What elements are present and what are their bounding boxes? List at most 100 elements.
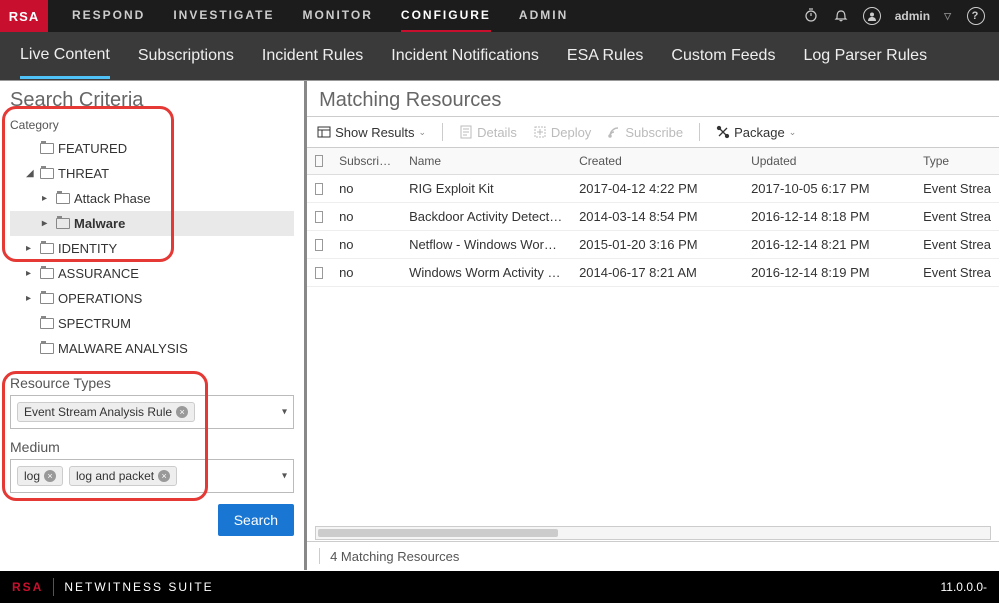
table-row[interactable]: noBackdoor Activity Detected2014-03-14 8… [307,203,999,231]
bell-icon[interactable] [833,7,849,26]
cell-created: 2015-01-20 3:16 PM [571,231,743,258]
subnav-item[interactable]: Subscriptions [138,35,234,77]
cell-updated: 2017-10-05 6:17 PM [743,175,915,202]
cell-updated: 2016-12-14 8:18 PM [743,203,915,230]
tree-item[interactable]: MALWARE ANALYSIS [10,336,294,361]
tree-item[interactable]: FEATURED [10,136,294,161]
topnav-item-respond[interactable]: RESPOND [72,0,145,32]
cell-created: 2017-04-12 4:22 PM [571,175,743,202]
caret-right-icon[interactable]: ▸ [26,268,36,279]
results-table: Subscribed Name Created Updated Type noR… [307,148,999,287]
tree-item-label: OPERATIONS [58,291,142,306]
topnav-item-configure[interactable]: CONFIGURE [401,0,491,32]
tree-item[interactable]: ▸Attack Phase [10,186,294,211]
chip-remove-icon[interactable]: × [44,470,56,482]
subnav-item[interactable]: Log Parser Rules [803,35,927,77]
chip-label: log and packet [76,469,154,483]
chevron-down-icon[interactable]: ▾ [282,407,287,418]
show-results-button[interactable]: Show Results ⌄ [317,125,426,140]
chevron-down-icon[interactable]: ▽ [944,11,953,22]
subnav-item[interactable]: ESA Rules [567,35,643,77]
stopwatch-icon[interactable] [803,7,819,26]
cell-subscribed: no [331,259,401,286]
main-area: Search Criteria Category FEATURED◢THREAT… [0,80,999,570]
chip-remove-icon[interactable]: × [158,470,170,482]
folder-icon [56,218,70,229]
cell-updated: 2016-12-14 8:19 PM [743,259,915,286]
chevron-down-icon[interactable]: ▾ [282,471,287,482]
content-panel: Matching Resources Show Results ⌄ Detail… [307,81,999,570]
tree-item[interactable]: ▸ASSURANCE [10,261,294,286]
medium-select[interactable]: log × log and packet × ▾ [10,459,294,493]
cell-name: RIG Exploit Kit [401,175,571,202]
topnav-item-admin[interactable]: ADMIN [519,0,568,32]
subnav-item[interactable]: Custom Feeds [671,35,775,77]
search-button[interactable]: Search [218,504,294,536]
tree-item-label: IDENTITY [58,241,117,256]
tree-item-label: FEATURED [58,141,127,156]
user-icon[interactable] [863,7,881,25]
tree-item-label: THREAT [58,166,109,181]
tree-item-label: Malware [74,216,125,231]
col-updated[interactable]: Updated [743,148,915,174]
help-icon[interactable]: ? [967,7,985,25]
tree-item[interactable]: SPECTRUM [10,311,294,336]
cell-name: Windows Worm Activity De… [401,259,571,286]
horizontal-scrollbar[interactable] [315,526,991,540]
status-text: 4 Matching Resources [330,549,459,564]
table-row[interactable]: noNetflow - Windows Worm P…2015-01-20 3:… [307,231,999,259]
category-tree: FEATURED◢THREAT▸Attack Phase▸Malware▸IDE… [10,132,294,365]
chip: log and packet × [69,466,177,486]
cell-updated: 2016-12-14 8:21 PM [743,231,915,258]
subscribe-button: Subscribe [607,125,683,140]
suite-name: NETWITNESS SUITE [64,580,213,594]
resource-types-select[interactable]: Event Stream Analysis Rule×▾ [10,395,294,429]
separator [53,578,54,596]
folder-icon [40,343,54,354]
sidebar: Search Criteria Category FEATURED◢THREAT… [0,81,307,570]
col-created[interactable]: Created [571,148,743,174]
medium-label: Medium [10,439,294,455]
caret-right-icon[interactable]: ▸ [26,243,36,254]
caret-right-icon[interactable]: ▸ [42,193,52,204]
caret-down-icon[interactable]: ◢ [26,168,36,179]
row-checkbox[interactable] [307,259,331,286]
chevron-down-icon: ⌄ [789,127,797,138]
details-label: Details [477,125,517,140]
row-checkbox[interactable] [307,203,331,230]
package-button[interactable]: Package ⌄ [716,125,796,140]
topnav-item-investigate[interactable]: INVESTIGATE [173,0,274,32]
table-row[interactable]: noRIG Exploit Kit2017-04-12 4:22 PM2017-… [307,175,999,203]
subnav-item[interactable]: Incident Rules [262,35,363,77]
tree-item[interactable]: ▸ IDENTITY [10,236,294,261]
folder-icon [40,168,54,179]
cell-created: 2014-06-17 8:21 AM [571,259,743,286]
col-name[interactable]: Name [401,148,571,174]
caret-right-icon[interactable]: ▸ [42,218,52,229]
folder-icon [40,318,54,329]
scrollbar-thumb[interactable] [318,529,558,537]
separator [319,548,320,564]
tree-item[interactable]: ◢ THREAT [10,161,294,186]
cell-type: Event Strea [915,259,999,286]
chip-label: log [24,469,40,483]
cell-name: Backdoor Activity Detected [401,203,571,230]
topnav-item-monitor[interactable]: MONITOR [302,0,372,32]
select-all-checkbox[interactable] [307,148,331,174]
row-checkbox[interactable] [307,175,331,202]
sidebar-title: Search Criteria [10,89,294,112]
tree-item[interactable]: ▸ Malware [10,211,294,236]
user-label[interactable]: admin [895,9,930,23]
show-results-label: Show Results [335,125,414,140]
chip-remove-icon[interactable]: × [176,406,188,418]
cell-created: 2014-03-14 8:54 PM [571,203,743,230]
footer: RSA NETWITNESS SUITE 11.0.0.0- [0,571,999,603]
col-type[interactable]: Type [915,148,999,174]
table-row[interactable]: noWindows Worm Activity De…2014-06-17 8:… [307,259,999,287]
tree-item[interactable]: ▸ OPERATIONS [10,286,294,311]
caret-right-icon[interactable]: ▸ [26,293,36,304]
col-subscribed[interactable]: Subscribed [331,148,401,174]
subnav-item[interactable]: Incident Notifications [391,35,539,77]
subnav-item[interactable]: Live Content [20,34,110,79]
row-checkbox[interactable] [307,231,331,258]
